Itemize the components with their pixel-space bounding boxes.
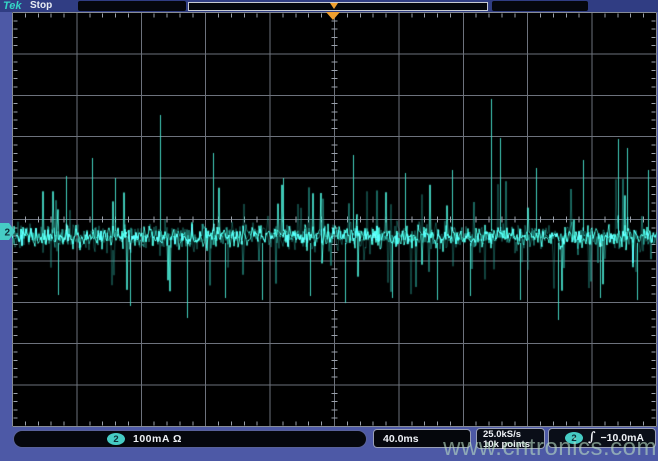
acquisition-readout[interactable]: 25.0kS/s 10k points (476, 428, 545, 449)
channel2-readout[interactable]: 2 100mA Ω (13, 430, 367, 448)
rising-edge-icon: ∫ (588, 433, 596, 443)
svg-text:2: 2 (5, 228, 11, 239)
channel2-waveform (12, 12, 657, 427)
trigger-level: −10.0mA (601, 432, 645, 444)
channel2-badge: 2 (107, 433, 125, 445)
acquisition-status: Stop (30, 0, 52, 12)
titlebar-readout-box-right (492, 1, 588, 11)
record-length: 10k points (483, 440, 544, 450)
oscilloscope-screen: Tek Stop 2 2 100mA Ω 40.0ms 25.0kS/s 10k… (0, 0, 658, 461)
trigger-readout[interactable]: 2 ∫ −10.0mA (548, 428, 656, 448)
record-view-bar[interactable] (188, 2, 488, 11)
titlebar-readout-box-left (78, 1, 186, 11)
trigger-source-badge: 2 (565, 432, 583, 444)
graticule (12, 12, 657, 427)
trigger-position-icon (326, 12, 340, 20)
tek-logo: Tek (3, 0, 22, 12)
channel2-position-marker[interactable]: 2 (0, 223, 16, 240)
trigger-position-marker-icon (330, 3, 338, 9)
channel2-scale: 100mA Ω (133, 433, 182, 445)
timebase-readout[interactable]: 40.0ms (373, 429, 471, 448)
title-bar: Tek Stop (0, 0, 658, 12)
timebase-value: 40.0ms (383, 433, 419, 445)
